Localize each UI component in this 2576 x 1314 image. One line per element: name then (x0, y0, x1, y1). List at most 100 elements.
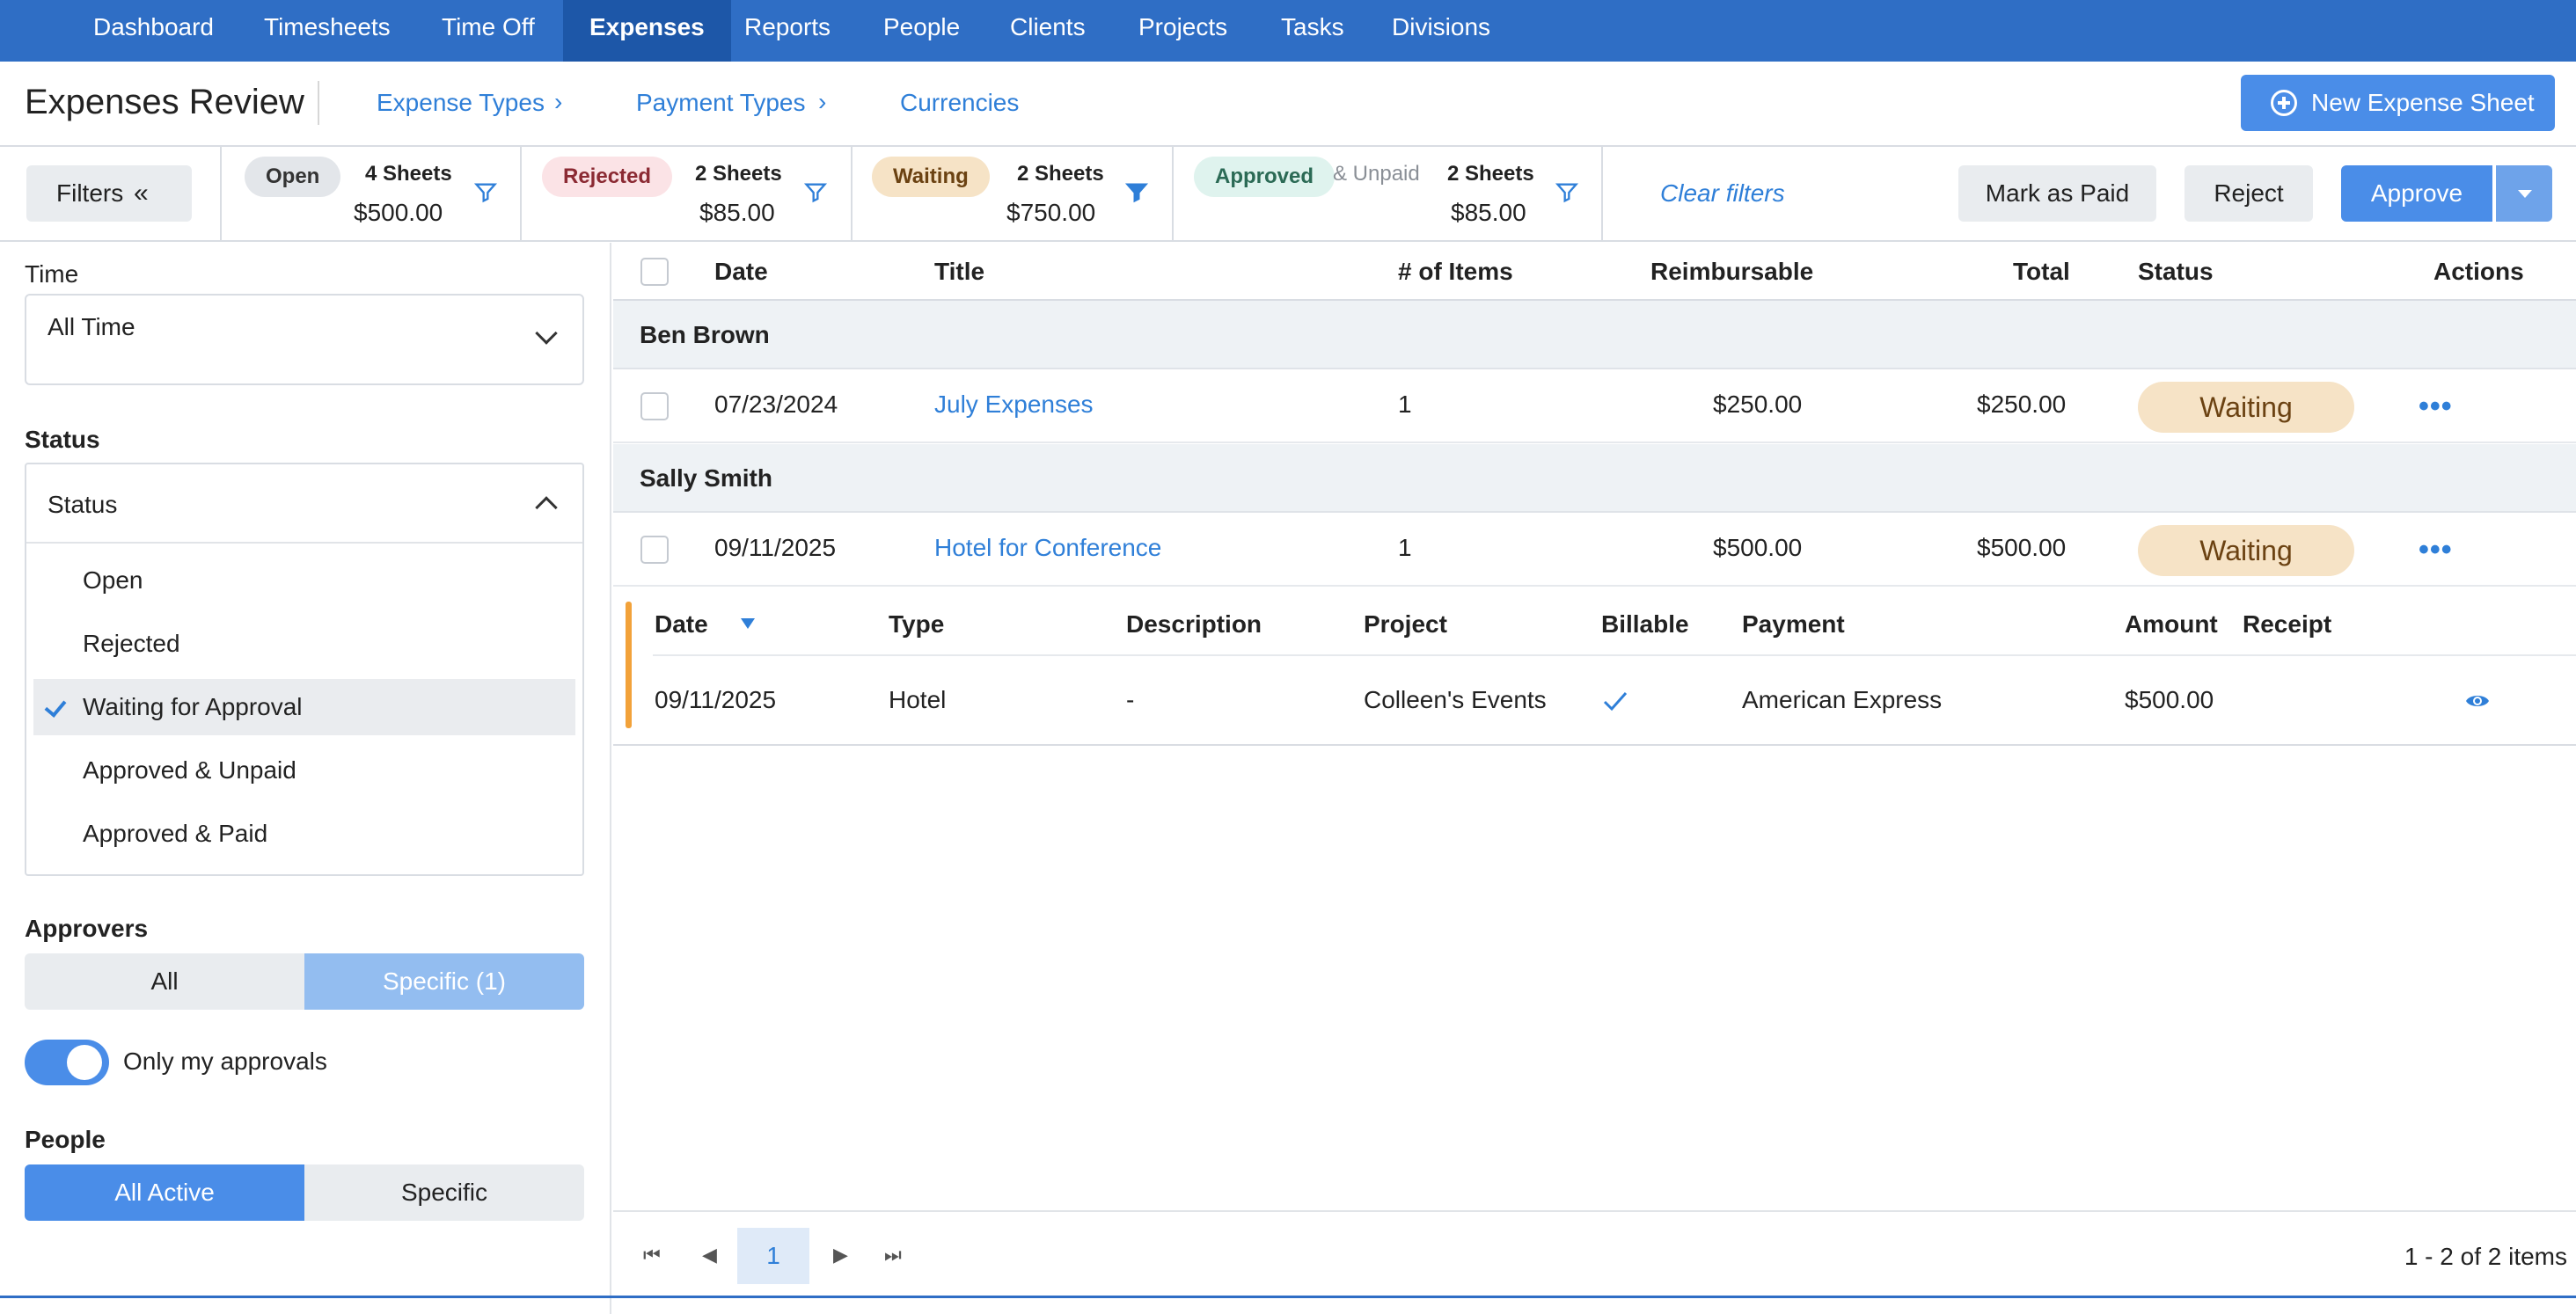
nav-people[interactable]: People (883, 0, 960, 62)
mark-as-paid-button[interactable]: Mark as Paid (1958, 165, 2156, 222)
table-header: Date Title # of Items Reimbursable Total… (613, 243, 2576, 301)
detail-column-amount: Amount (2125, 610, 2218, 638)
row-reimbursable: $500.00 (1713, 534, 1803, 561)
chevron-down-icon (535, 322, 558, 345)
detail-project: Colleen's Events (1364, 686, 1547, 713)
status-pill-approved: Approved (1194, 157, 1336, 197)
filters-label: Filters (56, 179, 124, 207)
filter-funnel-icon[interactable] (803, 180, 828, 205)
new-expense-sheet-label: New Expense Sheet (2311, 89, 2535, 116)
page-header: Expenses Review Expense Types › Payment … (0, 62, 2576, 147)
only-my-approvals-label: Only my approvals (123, 1048, 327, 1075)
row-title-link[interactable]: July Expenses (934, 391, 1094, 419)
last-page-icon[interactable]: ⏭ (884, 1244, 902, 1267)
detail-column-type: Type (889, 610, 945, 638)
next-page-icon[interactable]: ▶ (833, 1244, 848, 1267)
group-header: Ben Brown (613, 301, 2576, 369)
option-label: Approved & Paid (83, 820, 268, 847)
row-reimbursable: $250.00 (1713, 391, 1803, 418)
column-reimbursable[interactable]: Reimbursable (1650, 258, 1813, 286)
nav-dashboard[interactable]: Dashboard (93, 0, 214, 62)
detail-column-project: Project (1364, 610, 1447, 638)
header-divider (318, 81, 319, 125)
open-amount: $500.00 (354, 199, 443, 226)
filters-toggle-button[interactable]: Filters « (26, 165, 192, 222)
column-total[interactable]: Total (2013, 258, 2070, 286)
only-my-approvals-switch[interactable] (25, 1040, 109, 1085)
detail-column-payment: Payment (1742, 610, 1845, 638)
status-option-approved-unpaid[interactable]: Approved & Unpaid (33, 742, 575, 799)
more-actions-icon[interactable]: ••• (2419, 390, 2453, 424)
divider (220, 147, 222, 242)
sort-descending-icon[interactable] (740, 617, 756, 630)
option-label: Rejected (83, 630, 180, 657)
clear-filters-link[interactable]: Clear filters (1660, 179, 1785, 208)
current-page-button[interactable]: 1 (737, 1228, 809, 1284)
status-option-waiting-for-approval[interactable]: Waiting for Approval (33, 679, 575, 735)
group-name: Sally Smith (640, 464, 772, 492)
nav-clients[interactable]: Clients (1010, 0, 1086, 62)
status-badge: Waiting (2138, 525, 2354, 576)
table-row[interactable]: 07/23/2024 July Expenses 1 $250.00 $250.… (613, 369, 2576, 443)
group-header: Sally Smith (613, 444, 2576, 513)
approvers-specific-toggle[interactable]: Specific (1) (304, 953, 584, 1010)
nav-divisions[interactable]: Divisions (1392, 0, 1490, 62)
detail-column-description: Description (1126, 610, 1262, 638)
status-option-approved-paid[interactable]: Approved & Paid (33, 806, 575, 862)
approvers-label: Approvers (25, 915, 149, 942)
filter-funnel-icon[interactable] (1555, 180, 1579, 205)
approvers-all-toggle[interactable]: All (25, 953, 304, 1010)
approve-button[interactable]: Approve (2341, 165, 2492, 222)
row-total: $250.00 (1977, 391, 2067, 418)
status-select-header[interactable]: Status (26, 464, 582, 544)
reject-button[interactable]: Reject (2184, 165, 2313, 222)
table-row[interactable]: 09/11/2025 Hotel for Conference 1 $500.0… (613, 513, 2576, 587)
chevron-right-icon: › (818, 88, 827, 115)
expense-types-link[interactable]: Expense Types (377, 89, 545, 117)
column-title[interactable]: Title (934, 258, 984, 286)
column-status[interactable]: Status (2138, 258, 2214, 286)
nav-tasks[interactable]: Tasks (1281, 0, 1344, 62)
status-option-rejected[interactable]: Rejected (33, 616, 575, 672)
row-checkbox[interactable] (640, 392, 669, 420)
row-checkbox[interactable] (640, 536, 669, 564)
status-pill-rejected: Rejected (542, 157, 673, 197)
chevron-up-icon (535, 496, 558, 519)
payment-types-link[interactable]: Payment Types (636, 89, 805, 117)
divider (1601, 147, 1603, 242)
select-all-checkbox[interactable] (640, 258, 669, 286)
detail-column-date[interactable]: Date (655, 610, 708, 639)
nav-timesheets[interactable]: Timesheets (264, 0, 391, 62)
column-date[interactable]: Date (714, 258, 768, 286)
previous-page-icon[interactable]: ◀ (702, 1244, 717, 1267)
currencies-link[interactable]: Currencies (900, 89, 1019, 117)
approved-unpaid-suffix: & Unpaid (1333, 162, 1420, 186)
status-option-open[interactable]: Open (33, 552, 575, 609)
detail-description: - (1126, 686, 1135, 713)
people-all-active-toggle[interactable]: All Active (25, 1164, 304, 1221)
divider (851, 147, 853, 242)
time-select[interactable]: All Time (25, 294, 584, 385)
filter-funnel-active-icon[interactable] (1124, 180, 1149, 205)
first-page-icon[interactable]: ⏮ (643, 1244, 661, 1267)
nav-reports[interactable]: Reports (744, 0, 831, 62)
approve-dropdown-button[interactable] (2496, 165, 2552, 222)
row-title-link[interactable]: Hotel for Conference (934, 534, 1161, 562)
detail-payment: American Express (1742, 686, 1943, 713)
new-expense-sheet-button[interactable]: New Expense Sheet (2241, 75, 2555, 131)
top-navigation: Dashboard Timesheets Time Off Expenses R… (0, 0, 2576, 62)
column-items[interactable]: # of Items (1398, 258, 1513, 286)
nav-projects[interactable]: Projects (1138, 0, 1227, 62)
page-title: Expenses Review (25, 83, 304, 121)
approved-amount: $85.00 (1451, 199, 1526, 226)
nav-time-off[interactable]: Time Off (442, 0, 535, 62)
pagination-info: 1 - 2 of 2 items (2404, 1243, 2567, 1270)
divider (520, 147, 522, 242)
option-label: Approved & Unpaid (83, 756, 296, 784)
rejected-amount: $85.00 (699, 199, 775, 226)
filter-funnel-icon[interactable] (473, 180, 498, 205)
eye-icon[interactable] (2465, 691, 2490, 711)
nav-expenses[interactable]: Expenses (563, 0, 731, 62)
more-actions-icon[interactable]: ••• (2419, 533, 2453, 567)
people-specific-toggle[interactable]: Specific (304, 1164, 584, 1221)
